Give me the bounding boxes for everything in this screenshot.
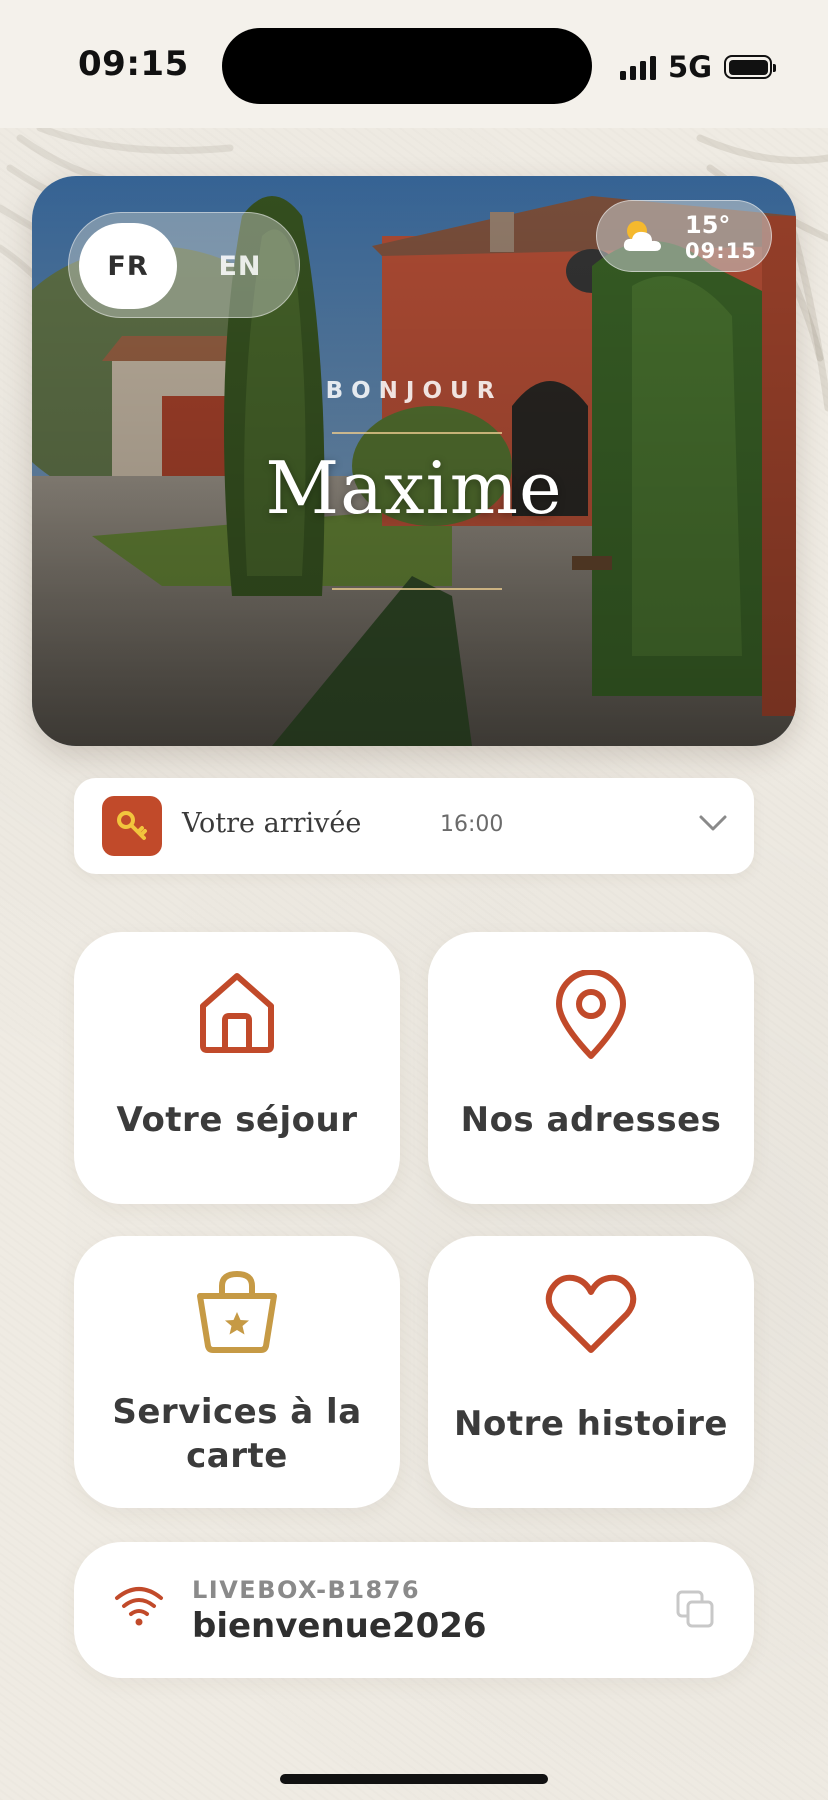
- tile-label: Services à la carte: [112, 1392, 362, 1476]
- tile-nos-adresses[interactable]: Nos adresses: [428, 932, 754, 1204]
- divider-bottom: [332, 588, 502, 590]
- tile-label: Nos adresses: [460, 1100, 722, 1140]
- tile-votre-sejour[interactable]: Votre séjour: [74, 932, 400, 1204]
- divider-top: [332, 432, 502, 434]
- guest-name: Maxime: [265, 446, 563, 530]
- copy-icon[interactable]: [674, 1588, 716, 1630]
- arrival-label: Votre arrivée: [182, 808, 362, 839]
- home-indicator[interactable]: [280, 1774, 548, 1784]
- tile-services-a-la-carte[interactable]: Services à la carte: [74, 1236, 400, 1508]
- wifi-password: bienvenue2026: [192, 1606, 487, 1646]
- network-type: 5G: [668, 50, 712, 84]
- wifi-card[interactable]: LIVEBOX-B1876 bienvenue2026: [74, 1542, 754, 1678]
- dynamic-island: [222, 28, 592, 104]
- status-time: 09:15: [78, 44, 189, 84]
- hero-card: FR EN 15° 09:15 BONJOUR Maxime: [32, 176, 796, 746]
- battery-icon: [724, 55, 776, 79]
- greeting-text: BONJOUR: [325, 378, 503, 404]
- arrival-row[interactable]: Votre arrivée 16:00: [74, 778, 754, 874]
- weather-time: 09:15: [685, 239, 757, 263]
- key-icon: [102, 796, 162, 856]
- tile-label: Notre histoire: [454, 1404, 728, 1444]
- tile-label: Votre séjour: [116, 1100, 358, 1140]
- weather-temperature: 15°: [685, 211, 731, 239]
- wifi-network-name: LIVEBOX-B1876: [192, 1576, 421, 1604]
- arrival-time: 16:00: [440, 812, 504, 837]
- tile-notre-histoire[interactable]: Notre histoire: [428, 1236, 754, 1508]
- status-bar: 09:15 5G: [0, 0, 828, 128]
- status-indicators: 5G: [620, 50, 776, 84]
- home-icon: [200, 973, 274, 1053]
- weather-widget: 15° 09:15: [596, 200, 772, 272]
- partly-cloudy-icon: [623, 221, 661, 251]
- heart-icon: [545, 1274, 637, 1353]
- language-option-en[interactable]: EN: [191, 223, 289, 309]
- language-option-fr[interactable]: FR: [79, 223, 177, 309]
- shopping-basket-star-icon: [197, 1270, 277, 1353]
- language-switcher: FR EN: [68, 212, 300, 318]
- wifi-icon: [115, 1587, 163, 1626]
- chevron-down-icon[interactable]: [698, 812, 728, 834]
- signal-icon: [620, 54, 657, 80]
- map-pin-icon: [556, 970, 626, 1059]
